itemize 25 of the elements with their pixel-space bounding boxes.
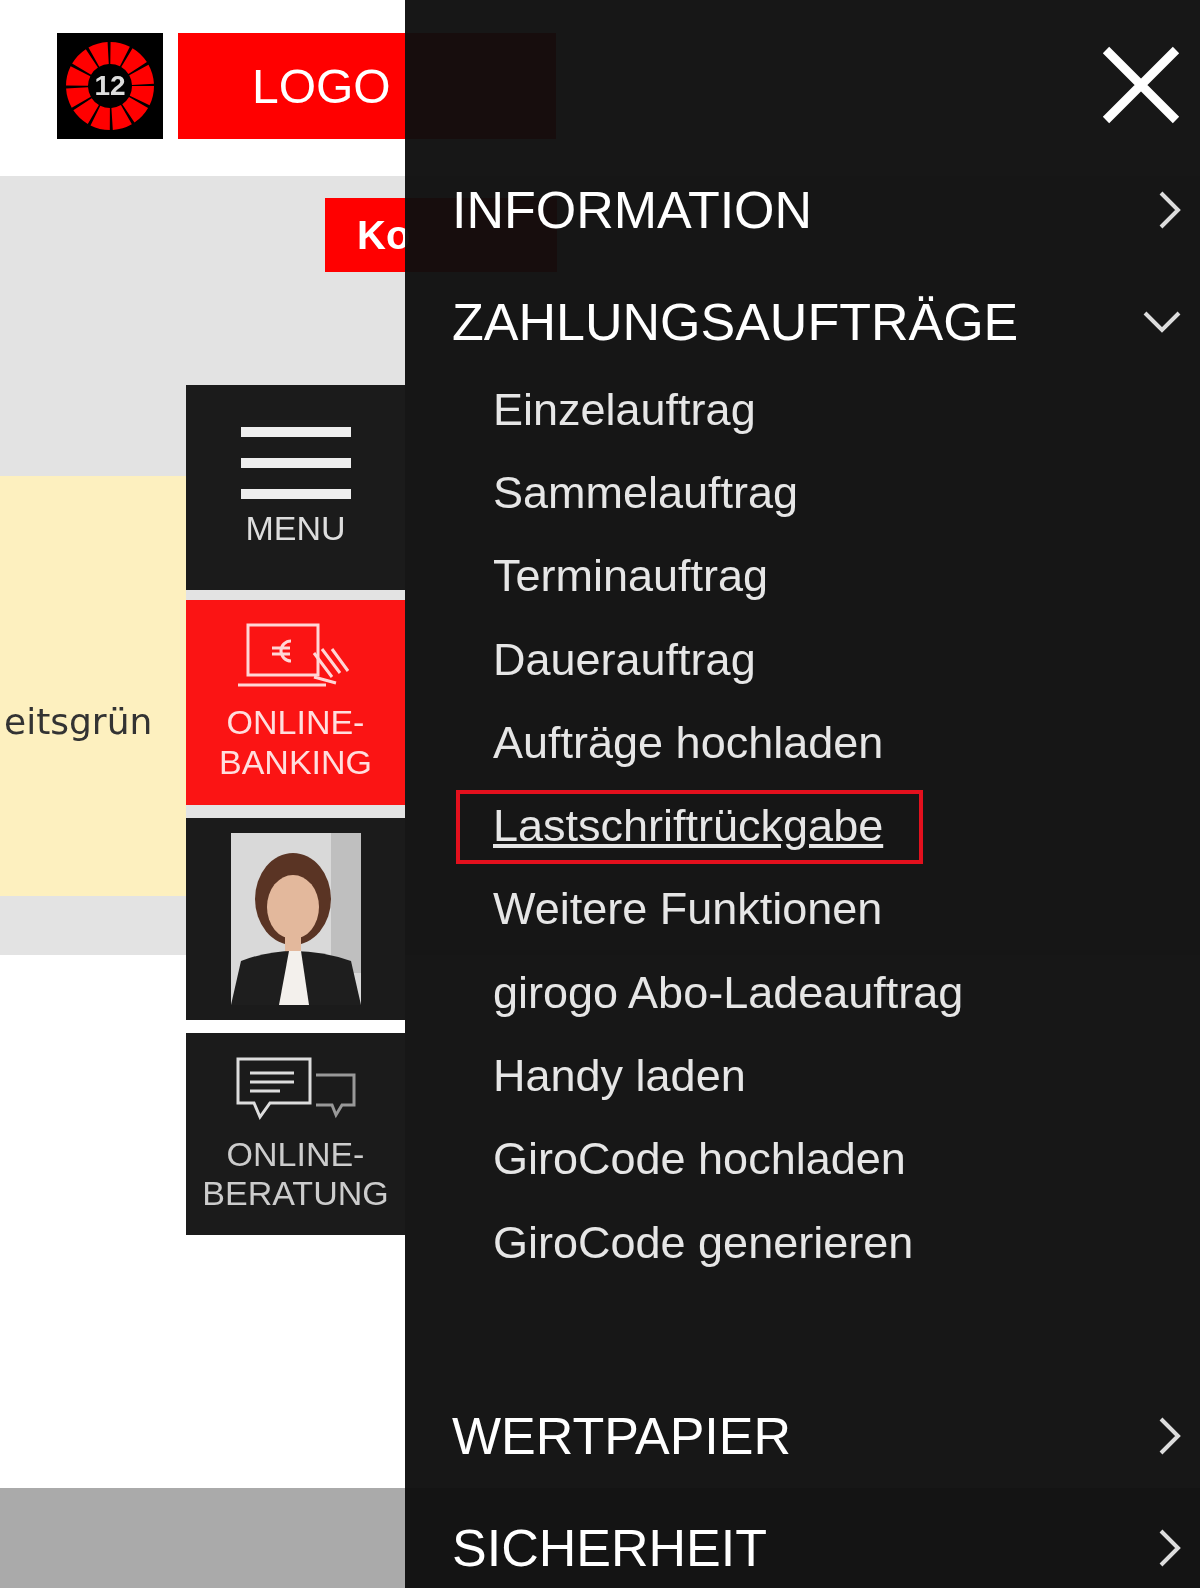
- notice-text: eitsgrün: [4, 700, 153, 742]
- ring-icon: [65, 41, 155, 131]
- menu-section[interactable]: SICHERHEIT: [405, 1492, 1200, 1588]
- menu-link[interactable]: GiroCode hochladen: [456, 1123, 946, 1198]
- menu-link[interactable]: Terminauftrag: [456, 540, 809, 615]
- menu-link[interactable]: GiroCode generieren: [456, 1206, 954, 1281]
- chevron-right-icon: [1158, 1528, 1182, 1569]
- menu-link[interactable]: Lastschriftrückgabe: [456, 790, 924, 865]
- close-button[interactable]: [1100, 44, 1182, 126]
- advisor-tile[interactable]: [186, 818, 405, 1020]
- online-consulting-button[interactable]: ONLINE- BERATUNG: [186, 1033, 405, 1235]
- chevron-right-icon: [1158, 190, 1182, 230]
- chevron-right-icon: [1158, 1416, 1182, 1457]
- menu-link[interactable]: Sammelauftrag: [456, 456, 839, 531]
- chevron-down-icon: [1142, 310, 1182, 334]
- menu-section[interactable]: INFORMATION: [405, 154, 1200, 266]
- menu-link[interactable]: Handy laden: [456, 1040, 786, 1114]
- menu-link[interactable]: Weitere Funktionen: [456, 873, 923, 948]
- menu-icon: [240, 426, 351, 499]
- menu-section[interactable]: WERTPAPIER: [405, 1380, 1200, 1493]
- menu-link[interactable]: girogo Abo-Ladeauftrag: [456, 956, 1004, 1031]
- logo-number: 12: [94, 70, 126, 102]
- menu-button[interactable]: MENU: [186, 385, 405, 590]
- menu-link[interactable]: Dauerauftrag: [456, 623, 796, 698]
- menu-link[interactable]: Aufträge hochladen: [456, 706, 924, 781]
